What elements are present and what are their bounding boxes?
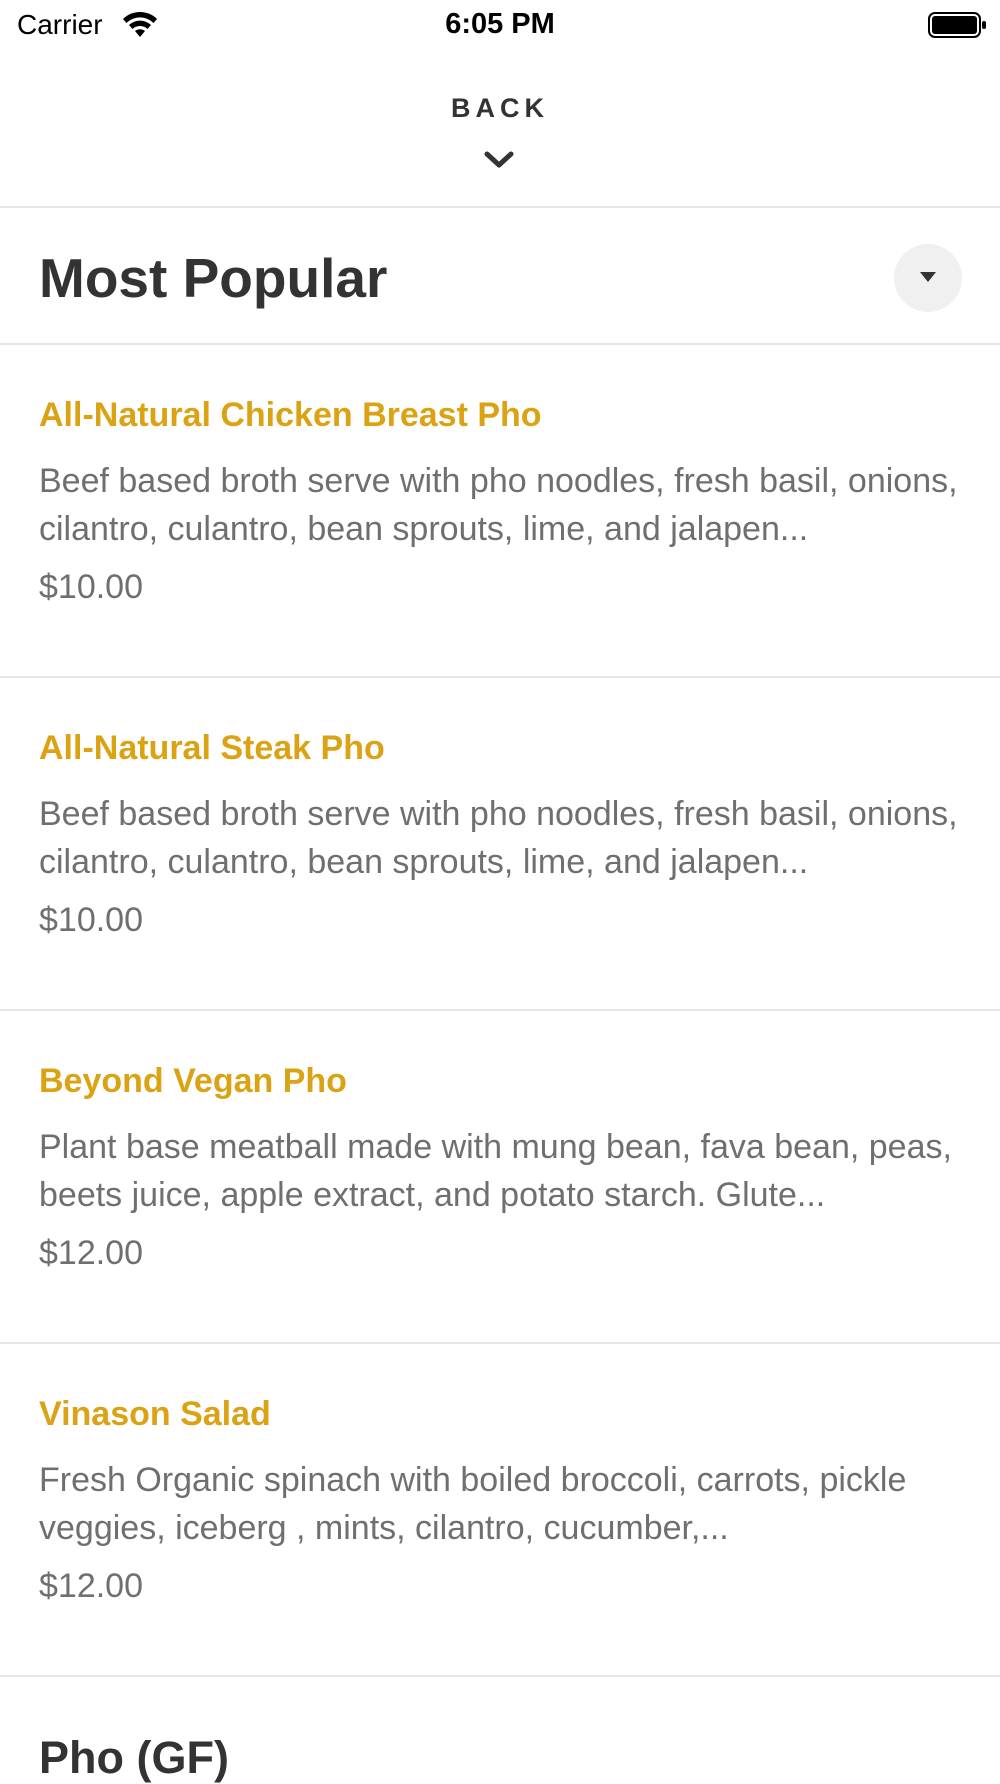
- item-description: Fresh Organic spinach with boiled brocco…: [39, 1461, 907, 1547]
- status-bar: Carrier 6:05 PM: [0, 0, 1000, 50]
- item-description: Plant base meatball made with mung bean,…: [39, 1128, 952, 1214]
- item-price: $12.00: [39, 1234, 143, 1272]
- item-name[interactable]: Vinason Salad: [39, 1395, 271, 1434]
- menu-list: All-Natural Chicken Breast Pho Beef base…: [0, 345, 1000, 1677]
- item-name[interactable]: All-Natural Chicken Breast Pho: [39, 396, 542, 435]
- section-title: Most Popular: [39, 247, 388, 309]
- battery-icon: [928, 12, 986, 38]
- item-name[interactable]: All-Natural Steak Pho: [39, 729, 385, 768]
- clock: 6:05 PM: [445, 8, 555, 40]
- item-price: $10.00: [39, 568, 143, 606]
- menu-item[interactable]: All-Natural Chicken Breast Pho Beef base…: [0, 345, 1000, 678]
- menu-item[interactable]: Vinason Salad Fresh Organic spinach with…: [0, 1344, 1000, 1677]
- item-description: Beef based broth serve with pho noodles,…: [39, 462, 958, 548]
- menu-item[interactable]: All-Natural Steak Pho Beef based broth s…: [0, 678, 1000, 1011]
- menu-item[interactable]: Beyond Vegan Pho Plant base meatball mad…: [0, 1011, 1000, 1344]
- caret-down-icon: [920, 272, 936, 282]
- chevron-down-icon[interactable]: [484, 150, 514, 170]
- next-section-title: Pho (GF): [39, 1732, 229, 1783]
- item-price: $12.00: [39, 1567, 143, 1605]
- back-header[interactable]: BACK: [0, 50, 1000, 208]
- section-toggle-button[interactable]: [894, 244, 962, 312]
- item-name[interactable]: Beyond Vegan Pho: [39, 1062, 347, 1101]
- back-button[interactable]: BACK: [0, 93, 1000, 124]
- item-description: Beef based broth serve with pho noodles,…: [39, 795, 958, 881]
- section-header: Most Popular: [0, 208, 1000, 345]
- item-price: $10.00: [39, 901, 143, 939]
